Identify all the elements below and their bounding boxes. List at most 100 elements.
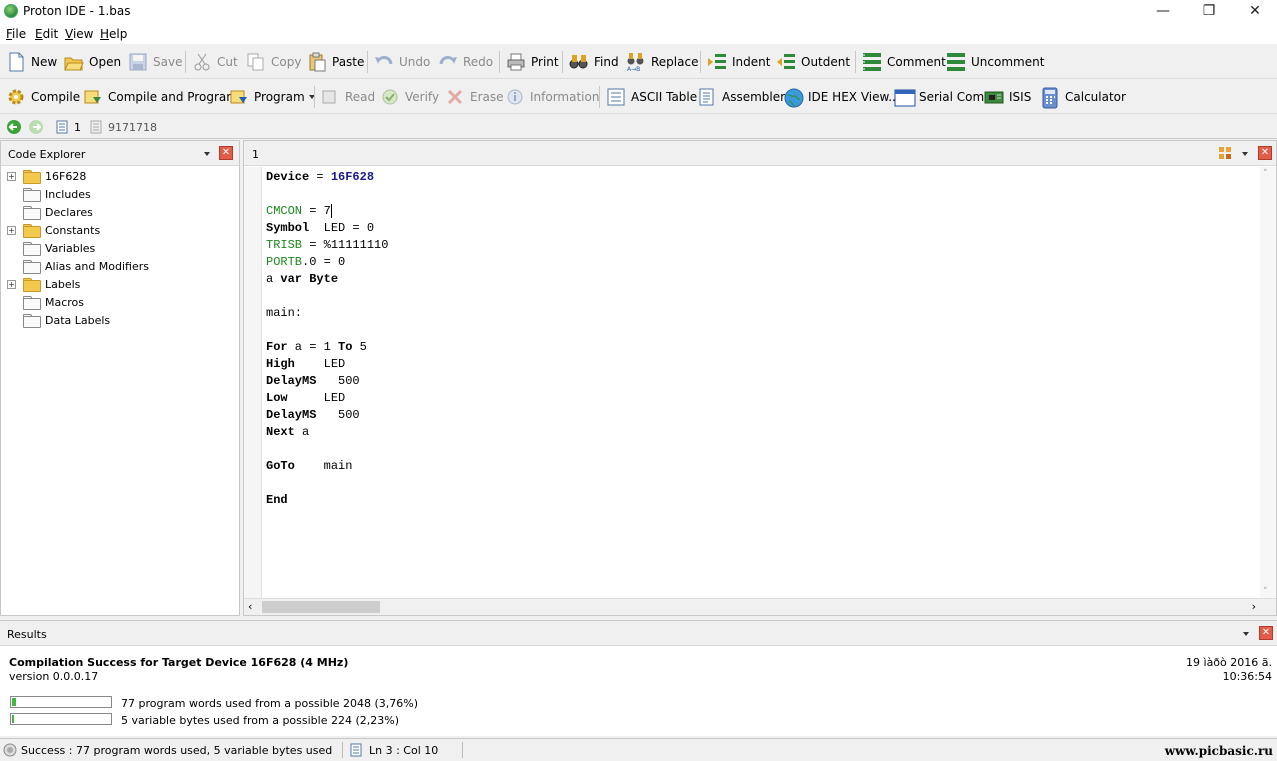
code-line[interactable] (266, 288, 388, 305)
menu-help[interactable]: Help (100, 27, 127, 41)
tree-item[interactable]: Declares (7, 203, 93, 221)
outdent-button[interactable]: Outdent (776, 51, 850, 73)
code-line[interactable]: GoTo main (266, 458, 388, 475)
code-line[interactable] (266, 186, 388, 203)
serial-com-button[interactable]: Serial Com (894, 86, 984, 108)
ascii-table-button[interactable]: ASCII Table (606, 86, 697, 108)
comment-button[interactable]: Comment (862, 51, 946, 73)
compile-and-program-button[interactable]: Compile and Program (83, 86, 238, 108)
redo-button[interactable]: Redo (438, 51, 493, 73)
cut-button[interactable]: Cut (192, 51, 238, 73)
code-line[interactable]: Low LED (266, 390, 388, 407)
tree-item[interactable]: Alias and Modifiers (7, 257, 149, 275)
code-line[interactable]: main: (266, 305, 388, 322)
document-id[interactable]: 9171718 (108, 121, 157, 134)
code-line[interactable]: Symbol LED = 0 (266, 220, 388, 237)
isis-button[interactable]: ISIS (984, 86, 1031, 108)
close-button[interactable]: ✕ (1232, 0, 1277, 24)
toolbar-separator (314, 86, 315, 108)
undo-button[interactable]: Undo (374, 51, 430, 73)
tree-item[interactable]: + Labels (7, 275, 80, 293)
tree-item[interactable]: Includes (7, 185, 91, 203)
vertical-scrollbar[interactable]: ˄ ˅ (1260, 167, 1276, 599)
code-line[interactable]: End (266, 492, 388, 509)
new-button[interactable]: New (6, 51, 57, 73)
expand-plus-icon[interactable]: + (7, 171, 16, 181)
erase-button[interactable]: Erase (445, 86, 504, 108)
code-line[interactable]: Device = 16F628 (266, 169, 388, 186)
assembler-button[interactable]: Assembler (697, 86, 785, 108)
expand-plus-icon[interactable]: + (7, 225, 16, 235)
text-caret (330, 203, 332, 218)
read-chip-icon (320, 87, 340, 107)
explorer-close-icon[interactable]: ✕ (219, 146, 233, 160)
uncomment-button[interactable]: Uncomment (946, 51, 1044, 73)
editor-tab-options-icon[interactable] (1218, 146, 1232, 163)
document-index[interactable]: 1 (74, 121, 81, 134)
tree-item[interactable]: Macros (7, 293, 84, 311)
tree-item-label: Data Labels (45, 313, 111, 327)
scroll-up-icon[interactable]: ˄ (1263, 169, 1268, 179)
variable-bytes-fill (12, 715, 15, 723)
scroll-right-icon[interactable]: › (1252, 600, 1256, 613)
tree-item[interactable]: Variables (7, 239, 95, 257)
code-line[interactable] (266, 441, 388, 458)
editor-close-icon[interactable]: ✕ (1258, 146, 1272, 160)
menu-file[interactable]: File (6, 27, 26, 41)
code-line[interactable] (266, 475, 388, 492)
menu-edit[interactable]: Edit (35, 27, 58, 41)
expand-plus-icon[interactable]: + (7, 279, 16, 289)
svg-text:A→B: A→B (627, 66, 640, 72)
compile-program-icon (83, 87, 103, 107)
code-line[interactable]: Next a (266, 424, 388, 441)
compile-button[interactable]: Compile (6, 86, 80, 108)
new-file-icon (6, 52, 26, 72)
code-line[interactable]: a var Byte (266, 271, 388, 288)
read-button[interactable]: Read (320, 86, 375, 108)
scroll-left-icon[interactable]: ‹ (248, 600, 252, 613)
tree-item[interactable]: + Constants (7, 221, 100, 239)
print-button[interactable]: Print (506, 51, 559, 73)
code-line[interactable] (266, 322, 388, 339)
code-line[interactable]: DelayMS 500 (266, 373, 388, 390)
open-button[interactable]: Open (64, 51, 121, 73)
code-text-area[interactable]: Device = 16F628 CMCON = 7 Symbol LED = 0 TR… (266, 169, 388, 509)
forward-arrow-icon[interactable] (28, 119, 44, 138)
code-line[interactable]: TRISB = %11111110 (266, 237, 388, 254)
results-dropdown-arrow-icon[interactable] (1243, 632, 1249, 636)
folder-icon (23, 296, 41, 310)
maximize-button[interactable]: ❐ (1186, 0, 1232, 24)
tree-item[interactable]: +16F628 (7, 167, 86, 185)
horizontal-scroll-thumb[interactable] (262, 601, 380, 613)
folder-icon (23, 260, 41, 274)
program-button[interactable]: Program (229, 86, 315, 108)
results-header: Results ✕ (0, 621, 1277, 646)
code-line[interactable]: High LED (266, 356, 388, 373)
menu-view[interactable]: View (65, 27, 93, 41)
information-button[interactable]: Information (505, 86, 599, 108)
code-line[interactable]: PORTB.0 = 0 (266, 254, 388, 271)
replace-button[interactable]: A→B Replace (626, 51, 698, 73)
calculator-button[interactable]: Calculator (1040, 86, 1126, 109)
editor-tab[interactable]: 1 (252, 148, 259, 161)
scroll-down-icon[interactable]: ˅ (1263, 587, 1268, 597)
find-button[interactable]: Find (569, 51, 619, 73)
calculator-icon (1040, 87, 1060, 109)
paste-button[interactable]: Paste (307, 51, 364, 73)
code-line[interactable]: For a = 1 To 5 (266, 339, 388, 356)
editor-dropdown-arrow-icon[interactable] (1242, 152, 1248, 156)
code-line[interactable]: CMCON = 7 (266, 203, 388, 220)
explorer-dropdown-arrow-icon[interactable] (204, 152, 210, 156)
results-close-icon[interactable]: ✕ (1259, 626, 1273, 640)
code-line[interactable]: DelayMS 500 (266, 407, 388, 424)
minimize-button[interactable]: — (1140, 0, 1186, 24)
verify-button[interactable]: Verify (380, 86, 439, 108)
program-chip-icon (229, 87, 249, 107)
horizontal-scrollbar[interactable]: ‹ › (244, 598, 1276, 615)
copy-button[interactable]: Copy (246, 51, 301, 73)
indent-button[interactable]: Indent (707, 51, 770, 73)
ide-hex-view-button[interactable]: IDE HEX View... (783, 86, 900, 108)
save-button[interactable]: Save (128, 51, 182, 73)
tree-item[interactable]: Data Labels (7, 311, 110, 329)
back-arrow-icon[interactable] (6, 119, 22, 138)
